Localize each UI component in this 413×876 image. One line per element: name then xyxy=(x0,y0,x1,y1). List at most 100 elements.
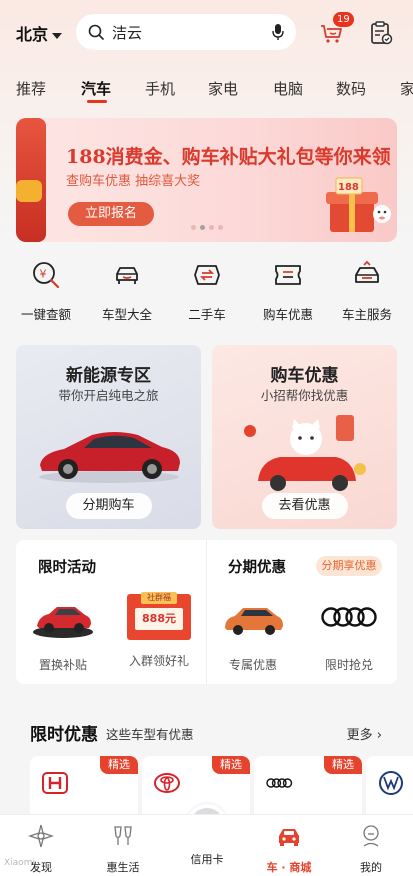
coupon-card-image: 社群福 888元 xyxy=(127,592,191,640)
mascot-car-illustration xyxy=(244,415,366,491)
red-hatchback-image xyxy=(33,607,93,638)
tab-auto[interactable]: 汽车 xyxy=(81,78,111,99)
discover-icon xyxy=(27,824,55,848)
watermark: Xiaomi xyxy=(4,858,35,868)
limited-deals-subtitle: 这些车型有优惠 xyxy=(106,727,194,742)
city-label: 北京 xyxy=(16,25,49,44)
gift-amount-text: 188 xyxy=(338,182,359,193)
activity-item-label: 置换补贴 xyxy=(38,658,87,672)
banner-subtitle: 查购车优惠 抽综喜大奖 xyxy=(66,174,201,189)
coupon-amount: 888元 xyxy=(135,608,183,630)
promo-banner[interactable]: 188消费金、购车补贴大礼包等你来领 查购车优惠 抽综喜大奖 立即报名 188 xyxy=(16,118,397,242)
orders-icon[interactable] xyxy=(368,20,394,46)
cart-count-badge: 19 xyxy=(333,12,354,27)
exclusive-offer-item[interactable]: 专属优惠 xyxy=(210,594,296,673)
coupon-icon xyxy=(275,265,301,285)
caret-down-icon xyxy=(52,32,63,39)
bottom-navigation: 发现 惠生活 信用卡 车 · 商城 我的 xyxy=(0,814,413,876)
yuan-search-icon: ¥ xyxy=(33,262,60,289)
more-label: 更多 xyxy=(346,728,373,743)
category-tabs: 推荐 汽车 手机 家电 电脑 数码 家 xyxy=(0,74,413,104)
chevron-right-icon: › xyxy=(376,728,382,743)
search-input[interactable]: 洁云 xyxy=(112,22,272,43)
installment-buy-button[interactable]: 分期购车 xyxy=(65,493,152,519)
trade-in-subsidy-item[interactable]: 置换补贴 xyxy=(20,594,106,673)
pagination-dot xyxy=(218,225,223,230)
tab-recommend[interactable]: 推荐 xyxy=(16,78,46,99)
activity-item-label: 限时抢兑 xyxy=(324,658,373,672)
quick-link-label: 一键查额 xyxy=(20,307,71,322)
more-deals-link[interactable]: 更多 › xyxy=(347,724,382,743)
nav-label: 信用卡 xyxy=(190,853,224,866)
new-energy-subtitle: 带你开启纯电之旅 xyxy=(58,388,159,403)
quick-link-car-deals[interactable]: 购车优惠 xyxy=(248,260,328,323)
swap-tag-icon xyxy=(194,265,220,285)
activity-item-label: 专属优惠 xyxy=(228,658,277,672)
tab-computers[interactable]: 电脑 xyxy=(273,78,303,99)
new-energy-title: 新能源专区 xyxy=(66,366,151,386)
limited-activity-title: 限时活动 xyxy=(38,560,96,576)
microphone-icon[interactable] xyxy=(272,23,284,41)
view-deals-button[interactable]: 去看优惠 xyxy=(261,493,348,519)
gift-box-illustration: 188 xyxy=(326,177,391,232)
nav-label: 我的 xyxy=(360,861,382,874)
new-energy-card[interactable]: 新能源专区 带你开启纯电之旅 分期购车 xyxy=(16,345,201,529)
orange-suv-image xyxy=(225,608,283,635)
pagination-dot xyxy=(191,225,196,230)
pagination-dot-active xyxy=(200,225,205,230)
search-bar[interactable]: 洁云 xyxy=(76,14,296,50)
tab-home[interactable]: 家 xyxy=(400,78,413,99)
nav-life[interactable]: 惠生活 xyxy=(88,823,158,875)
banner-pagination xyxy=(191,225,223,230)
svg-text:¥: ¥ xyxy=(40,268,47,281)
nav-credit-card[interactable]: 信用卡 xyxy=(172,851,242,867)
join-group-gift-item[interactable]: 社群福 888元 入群领好礼 xyxy=(116,592,202,669)
red-sedan-image xyxy=(39,432,180,483)
register-button[interactable]: 立即报名 xyxy=(68,202,154,226)
featured-badge: 精选 xyxy=(100,756,138,774)
header: 北京 洁云 19 xyxy=(0,8,413,56)
quick-link-credit-check[interactable]: ¥ 一键查额 xyxy=(6,260,86,323)
profile-icon xyxy=(363,825,379,847)
panel-divider xyxy=(206,540,207,684)
banner-car-illustration xyxy=(16,180,42,202)
tab-phones[interactable]: 手机 xyxy=(145,78,175,99)
car-deals-card[interactable]: 购车优惠 小招帮你找优惠 去看优惠 xyxy=(212,345,397,529)
car-service-icon xyxy=(355,260,379,283)
audi-logo-icon xyxy=(266,778,293,788)
active-tab-indicator xyxy=(87,100,107,103)
activity-item-label: 入群领好礼 xyxy=(128,654,189,668)
quick-link-label: 车型大全 xyxy=(101,307,152,322)
pagination-dot xyxy=(209,225,214,230)
car-mall-icon xyxy=(279,829,299,846)
installment-title: 分期优惠 xyxy=(228,560,286,576)
quick-link-owner-services[interactable]: 车主服务 xyxy=(327,260,407,323)
tab-digital[interactable]: 数码 xyxy=(336,78,366,99)
search-icon xyxy=(88,24,104,40)
nav-label: 惠生活 xyxy=(106,861,140,874)
car-front-icon xyxy=(116,267,138,284)
featured-badge: 精选 xyxy=(324,756,362,774)
nav-label: 车 · 商城 xyxy=(266,861,312,874)
coupon-badge: 社群福 xyxy=(141,592,177,604)
car-deals-subtitle: 小招帮你找优惠 xyxy=(260,388,349,403)
limited-deals-title: 限时优惠 xyxy=(30,725,98,745)
quick-link-label: 二手车 xyxy=(188,307,226,322)
installment-tag[interactable]: 分期享优惠 xyxy=(316,556,382,576)
audi-logo-icon xyxy=(321,607,377,627)
nav-profile[interactable]: 我的 xyxy=(336,823,406,875)
limited-deals-header: 限时优惠 这些车型有优惠 更多 › xyxy=(30,720,382,746)
quick-link-car-models[interactable]: 车型大全 xyxy=(87,260,167,323)
quick-link-label: 购车优惠 xyxy=(262,307,313,322)
cheers-icon xyxy=(114,826,132,845)
featured-badge: 精选 xyxy=(212,756,250,774)
flash-redeem-item[interactable]: 限时抢兑 xyxy=(306,594,392,673)
honda-logo-icon xyxy=(42,772,68,794)
nav-car-mall[interactable]: 车 · 商城 xyxy=(254,823,324,875)
car-deals-title: 购车优惠 xyxy=(270,366,339,386)
quick-links: ¥ 一键查额 车型大全 二手车 购车优惠 车主服务 xyxy=(0,260,413,326)
tab-appliances[interactable]: 家电 xyxy=(208,78,238,99)
activity-panel: 限时活动 分期优惠 分期享优惠 置换补贴 社群福 888元 入群领好礼 专属优惠 xyxy=(16,540,397,684)
city-selector[interactable]: 北京 xyxy=(16,21,63,45)
quick-link-used-cars[interactable]: 二手车 xyxy=(167,260,247,323)
